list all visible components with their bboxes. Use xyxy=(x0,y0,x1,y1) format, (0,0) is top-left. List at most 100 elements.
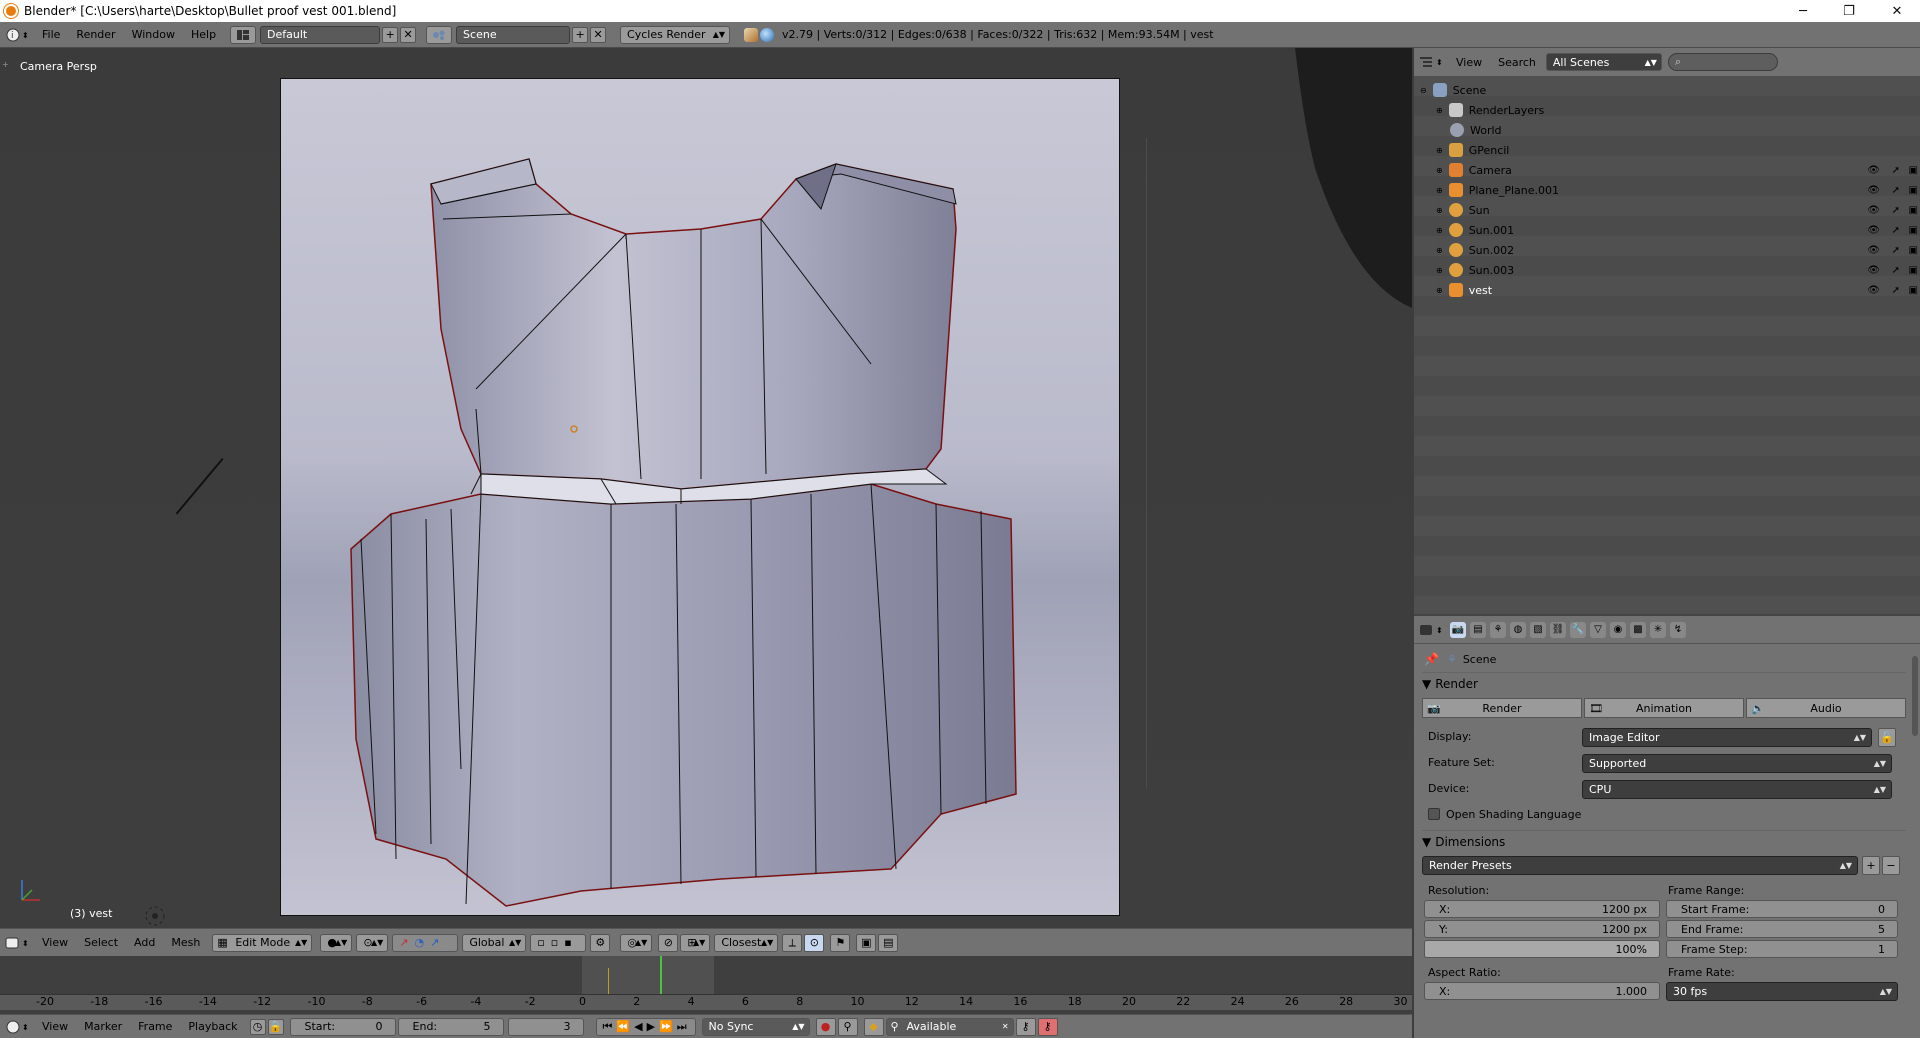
visibility-eye-icon[interactable]: 👁 xyxy=(1867,165,1880,176)
selectability-arrow-icon[interactable]: ➚ xyxy=(1892,225,1900,236)
select-mode-buttons[interactable]: ▫ ▫ ▪ xyxy=(530,933,587,952)
outliner-row-vest[interactable]: ⊕ vest 👁 ➚ ▣ xyxy=(1414,280,1920,300)
render-animation-icon[interactable]: ▤ xyxy=(878,933,899,952)
timeline-menu-marker[interactable]: Marker xyxy=(76,1020,130,1033)
remove-screen-button[interactable]: ✕ xyxy=(400,26,417,43)
properties-editor-type-icon[interactable]: ⬍ xyxy=(1416,620,1446,640)
close-button[interactable]: ✕ xyxy=(1874,0,1920,22)
audio-button[interactable]: 🔈 Audio xyxy=(1746,698,1906,718)
selectability-arrow-icon[interactable]: ➚ xyxy=(1892,205,1900,216)
lock-interface-icon[interactable]: 🔓 xyxy=(1878,728,1896,747)
insert-key-icon[interactable]: ⚷ xyxy=(1015,1017,1036,1036)
3d-view-editor-type-icon[interactable]: ⬍ xyxy=(2,933,32,953)
toolshelf-toggle-icon[interactable]: + xyxy=(2,60,10,69)
screen-layout-icon[interactable] xyxy=(230,25,257,44)
clear-keying-set-icon[interactable]: ✕ xyxy=(1002,1022,1009,1031)
object-tab-icon[interactable]: ▧ xyxy=(1530,621,1546,638)
outliner-row-sun-001[interactable]: ⊕ Sun.001 👁 ➚ ▣ xyxy=(1414,220,1920,240)
outliner-row-camera[interactable]: ⊕ Camera 👁 ➚ ▣ xyxy=(1414,160,1920,180)
expand-toggle-icon[interactable]: ⊖ xyxy=(1420,86,1427,95)
snap-element-dropdown[interactable]: ⊞ ▲▼ xyxy=(680,933,711,952)
menu-window[interactable]: Window xyxy=(124,28,183,41)
selectability-arrow-icon[interactable]: ➚ xyxy=(1892,265,1900,276)
3d-menu-add[interactable]: Add xyxy=(126,936,163,949)
play-reverse-icon[interactable]: ◀ xyxy=(634,1020,642,1033)
transform-orientation-dropdown[interactable]: Global ▲▼ xyxy=(462,933,527,952)
outliner-menu-search[interactable]: Search xyxy=(1490,56,1544,69)
world-tab-icon[interactable]: ◍ xyxy=(1510,621,1526,638)
lock-icon[interactable]: 🔒 xyxy=(267,1018,284,1035)
renderability-camera-icon[interactable]: ▣ xyxy=(1909,245,1918,256)
proportional-edit-dropdown[interactable]: ◎ ▲▼ xyxy=(620,933,653,952)
selectability-arrow-icon[interactable]: ➚ xyxy=(1892,245,1900,256)
outliner-editor-type-icon[interactable]: ⬍ xyxy=(1416,52,1446,72)
camera-frame[interactable] xyxy=(280,78,1120,916)
expand-toggle-icon[interactable]: ⊕ xyxy=(1436,106,1443,115)
vertex-select-icon[interactable]: ▫ xyxy=(537,936,544,949)
scene-field[interactable]: Scene xyxy=(456,25,571,44)
auto-keyframe-record-icon[interactable]: ● xyxy=(815,1017,836,1036)
menu-render[interactable]: Render xyxy=(68,28,123,41)
end-frame-field[interactable]: End Frame: 5 xyxy=(1666,920,1898,938)
scene-tab-icon[interactable]: ⚘ xyxy=(1490,621,1506,638)
render-engine-dropdown[interactable]: Cycles Render ▲▼ xyxy=(620,25,731,44)
timeline-ruler[interactable]: -20 -18 -16 -14 -12 -10 -8 -6 -4 -2 0 2 4 6 8 10 12 14 16 1… xyxy=(0,994,1412,1010)
selectability-arrow-icon[interactable]: ➚ xyxy=(1892,285,1900,296)
outliner-row-scene[interactable]: ⊖ Scene xyxy=(1414,80,1920,100)
delete-key-icon[interactable]: ⚷ xyxy=(1037,1017,1058,1036)
add-scene-button[interactable]: + xyxy=(572,26,589,43)
feature-set-dropdown[interactable]: Supported ▲▼ xyxy=(1582,754,1892,773)
renderability-camera-icon[interactable]: ▣ xyxy=(1909,265,1918,276)
outliner-row-gpencil[interactable]: ⊕ GPencil xyxy=(1414,140,1920,160)
start-frame-field[interactable]: Start: 0 xyxy=(289,1017,396,1036)
expand-toggle-icon[interactable]: ⊕ xyxy=(1436,166,1443,175)
keying-set-field[interactable]: ⚲ Available ✕ xyxy=(885,1017,1014,1036)
expand-toggle-icon[interactable]: ⊕ xyxy=(1436,226,1443,235)
screen-layout-field[interactable]: Default xyxy=(260,25,381,44)
menu-file[interactable]: File xyxy=(34,28,68,41)
animation-button[interactable]: 🎞 Animation xyxy=(1584,698,1744,718)
timeline-menu-playback[interactable]: Playback xyxy=(180,1020,245,1033)
add-screen-button[interactable]: + xyxy=(382,26,399,43)
visibility-eye-icon[interactable]: 👁 xyxy=(1867,185,1880,196)
outliner-search-input[interactable]: ⌕ xyxy=(1667,53,1778,71)
outliner-menu-view[interactable]: View xyxy=(1448,56,1490,69)
manipulator-widgets[interactable]: ↗ ◔ ↗ xyxy=(392,933,459,952)
expand-toggle-icon[interactable]: ⊕ xyxy=(1436,146,1443,155)
resolution-y-field[interactable]: Y: 1200 px xyxy=(1424,920,1660,938)
keying-options-icon[interactable]: ⚲ xyxy=(837,1017,858,1036)
particles-tab-icon[interactable]: ✳ xyxy=(1650,621,1666,638)
3d-menu-view[interactable]: View xyxy=(34,936,76,949)
physics-tab-icon[interactable]: ↯ xyxy=(1670,621,1686,638)
outliner-row-renderlayers[interactable]: ⊕ RenderLayers xyxy=(1414,100,1920,120)
properties-scrollbar[interactable] xyxy=(1912,656,1918,736)
timeline-editor-type-icon[interactable]: ⬍ xyxy=(2,1017,32,1037)
edge-select-icon[interactable]: ▫ xyxy=(551,936,558,949)
outliner-row-world[interactable]: World xyxy=(1414,120,1920,140)
texture-tab-icon[interactable]: ▩ xyxy=(1630,621,1646,638)
remove-preset-button[interactable]: − xyxy=(1882,856,1900,875)
dimensions-panel-header[interactable]: ▼ Dimensions xyxy=(1422,830,1906,852)
selectability-arrow-icon[interactable]: ➚ xyxy=(1892,185,1900,196)
current-frame-indicator[interactable] xyxy=(660,956,662,994)
add-preset-button[interactable]: + xyxy=(1862,856,1880,875)
outliner-row-sun-002[interactable]: ⊕ Sun.002 👁 ➚ ▣ xyxy=(1414,240,1920,260)
selectability-arrow-icon[interactable]: ➚ xyxy=(1892,165,1900,176)
outliner-row-sun[interactable]: ⊕ Sun 👁 ➚ ▣ xyxy=(1414,200,1920,220)
data-tab-icon[interactable]: ▽ xyxy=(1590,621,1606,638)
scene-icon[interactable] xyxy=(426,25,453,44)
visibility-eye-icon[interactable]: 👁 xyxy=(1867,265,1880,276)
renderability-camera-icon[interactable]: ▣ xyxy=(1909,185,1918,196)
visibility-eye-icon[interactable]: 👁 xyxy=(1867,285,1880,296)
outliner-row-plane[interactable]: ⊕ Plane_Plane.001 👁 ➚ ▣ xyxy=(1414,180,1920,200)
renderability-camera-icon[interactable]: ▣ xyxy=(1909,225,1918,236)
viewport-shading-dropdown[interactable]: ● ▲▼ xyxy=(320,933,353,952)
jump-start-icon[interactable]: ⏮ xyxy=(603,1020,613,1034)
osl-checkbox[interactable] xyxy=(1428,808,1440,820)
expand-toggle-icon[interactable]: ⊕ xyxy=(1436,286,1443,295)
renderability-camera-icon[interactable]: ▣ xyxy=(1909,205,1918,216)
3d-menu-mesh[interactable]: Mesh xyxy=(163,936,208,949)
start-frame-field[interactable]: Start Frame: 0 xyxy=(1666,900,1898,918)
manipulator-translate-icon[interactable]: ↗ xyxy=(399,936,408,949)
prev-keyframe-icon[interactable]: ⏪ xyxy=(616,1020,630,1033)
